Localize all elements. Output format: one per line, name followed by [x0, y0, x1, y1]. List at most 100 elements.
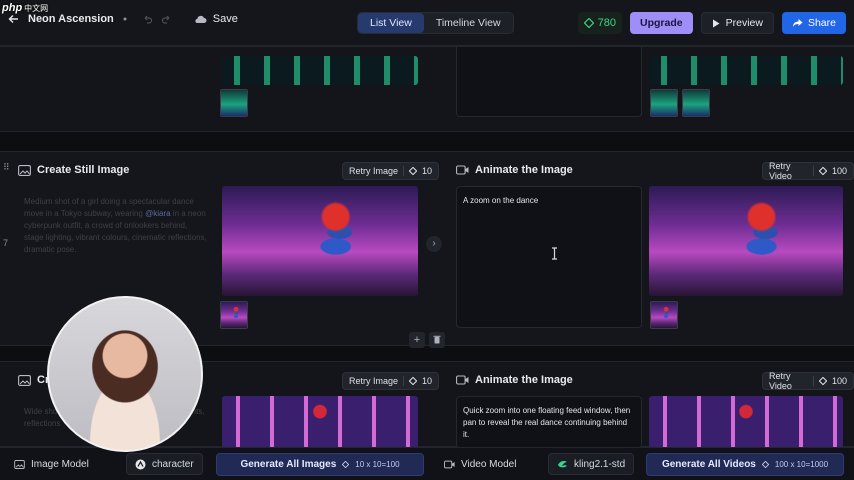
- retry-video-label: Retry Video: [769, 371, 792, 391]
- still-title-label: Create Still Image: [37, 164, 130, 176]
- delete-scene-button[interactable]: [429, 332, 445, 348]
- preview-label: Preview: [725, 17, 763, 29]
- generate-images-label: Generate All Images: [240, 459, 337, 470]
- video-icon: [456, 375, 469, 385]
- top-bar-left: Neon Ascension Save: [8, 13, 238, 25]
- retry-video-button[interactable]: Retry Video 100: [762, 161, 854, 181]
- video-model-selector[interactable]: Video Model: [444, 453, 516, 475]
- scene-number: 7: [3, 238, 9, 248]
- image-model-selector[interactable]: Image Model: [14, 453, 89, 475]
- diamond-icon: [409, 377, 418, 385]
- animate-title-label: Animate the Image: [475, 374, 573, 386]
- video-model-name: kling2.1-std: [574, 458, 626, 470]
- divider: [403, 376, 405, 386]
- tab-timeline-view[interactable]: Timeline View: [424, 13, 513, 33]
- animate-prompt-textarea[interactable]: A zoom on the dance: [456, 186, 642, 328]
- webcam-overlay: [47, 296, 203, 452]
- next-arrow-button[interactable]: ›: [426, 236, 442, 252]
- preview-button[interactable]: Preview: [700, 12, 774, 34]
- back-arrow-icon[interactable]: [8, 13, 20, 25]
- video-preview[interactable]: [649, 396, 843, 448]
- previous-still-thumbnail[interactable]: [220, 89, 248, 117]
- diamond-icon: [818, 377, 827, 385]
- generate-images-cost: 10 x 10=100: [355, 460, 400, 469]
- retry-video-button[interactable]: Retry Video 100: [762, 371, 854, 391]
- video-icon: [444, 460, 455, 469]
- video-model-value[interactable]: kling2.1-std: [548, 453, 635, 475]
- text-cursor-icon: [551, 247, 558, 263]
- add-scene-button[interactable]: +: [409, 332, 425, 348]
- animate-prompt-textarea[interactable]: Quick zoom into one floating feed window…: [456, 396, 642, 448]
- character-model-icon: [135, 459, 146, 470]
- previous-still-image[interactable]: [222, 56, 418, 85]
- retry-image-cost: 10: [422, 376, 433, 386]
- retry-image-label: Retry Image: [349, 166, 399, 176]
- still-card-title: Create Still Image: [18, 164, 129, 176]
- animate-card-title: Animate the Image: [456, 164, 573, 176]
- generate-videos-cost: 100 x 10=1000: [774, 460, 829, 469]
- divider: [813, 376, 814, 386]
- credits-count: 780: [597, 17, 617, 29]
- retry-video-label: Retry Video: [769, 161, 792, 181]
- title-dropdown-icon[interactable]: [122, 16, 128, 22]
- video-thumbnail[interactable]: [650, 301, 678, 329]
- watermark-brand: php: [2, 2, 23, 14]
- retry-video-cost: 100: [831, 376, 847, 386]
- still-image-preview[interactable]: [222, 396, 418, 448]
- site-watermark: php 中文网: [2, 2, 48, 14]
- diamond-icon: [761, 461, 769, 468]
- retry-image-button[interactable]: Retry Image 10: [342, 162, 440, 180]
- animate-card-title: Animate the Image: [456, 374, 573, 386]
- diamond-icon: [342, 461, 350, 468]
- diamond-icon: [583, 18, 594, 28]
- upgrade-button[interactable]: Upgrade: [630, 12, 693, 34]
- divider: [403, 166, 405, 176]
- diamond-icon: [818, 167, 827, 175]
- share-icon: [792, 18, 803, 28]
- share-button[interactable]: Share: [781, 12, 846, 34]
- cloud-icon: [194, 14, 207, 24]
- watermark-subtitle: 中文网: [24, 4, 49, 13]
- still-prompt-text[interactable]: Medium shot of a girl doing a spectacula…: [18, 188, 214, 308]
- animate-title-label: Animate the Image: [475, 164, 573, 176]
- view-toggle: List View Timeline View: [357, 12, 514, 34]
- image-model-value[interactable]: character: [126, 453, 203, 475]
- image-icon: [18, 374, 31, 386]
- previous-animate-card: [456, 47, 642, 117]
- previous-video-thumbnail[interactable]: [650, 89, 678, 117]
- still-image-preview[interactable]: [222, 186, 418, 296]
- generate-all-videos-button[interactable]: Generate All Videos 100 x 10=1000: [646, 453, 844, 476]
- video-icon: [456, 165, 469, 175]
- previous-video-thumbnail-2[interactable]: [682, 89, 710, 117]
- video-preview[interactable]: [649, 186, 843, 296]
- top-bar: Neon Ascension Save List View Timeline V…: [0, 0, 854, 46]
- character-mention[interactable]: @kiara: [145, 209, 170, 218]
- image-model-label: Image Model: [31, 458, 89, 470]
- generate-all-images-button[interactable]: Generate All Images 10 x 10=100: [216, 453, 424, 476]
- video-model-label: Video Model: [461, 458, 517, 470]
- project-title[interactable]: Neon Ascension: [28, 13, 114, 25]
- generate-videos-label: Generate All Videos: [661, 459, 756, 470]
- previous-video-image[interactable]: [649, 56, 843, 85]
- undo-icon[interactable]: [142, 14, 153, 25]
- scene-row-previous: [0, 46, 854, 132]
- diamond-icon: [409, 167, 418, 175]
- play-icon: [712, 19, 720, 28]
- kling-logo-icon: [557, 459, 568, 470]
- retry-image-label: Retry Image: [349, 376, 399, 386]
- retry-video-cost: 100: [831, 166, 847, 176]
- top-bar-right: 780 Upgrade Preview Share: [577, 12, 846, 34]
- share-label: Share: [807, 17, 836, 29]
- still-image-thumbnail[interactable]: [220, 301, 248, 329]
- divider: [813, 166, 814, 176]
- retry-image-button[interactable]: Retry Image 10: [342, 372, 440, 390]
- redo-icon[interactable]: [161, 14, 172, 25]
- retry-image-cost: 10: [422, 166, 433, 176]
- credits-badge[interactable]: 780: [577, 12, 623, 34]
- drag-handle-icon[interactable]: ⠿: [3, 162, 10, 173]
- save-button[interactable]: Save: [194, 13, 238, 25]
- image-icon: [18, 164, 31, 176]
- save-label: Save: [212, 13, 238, 25]
- tab-list-view[interactable]: List View: [358, 13, 424, 33]
- image-model-name: character: [152, 458, 194, 470]
